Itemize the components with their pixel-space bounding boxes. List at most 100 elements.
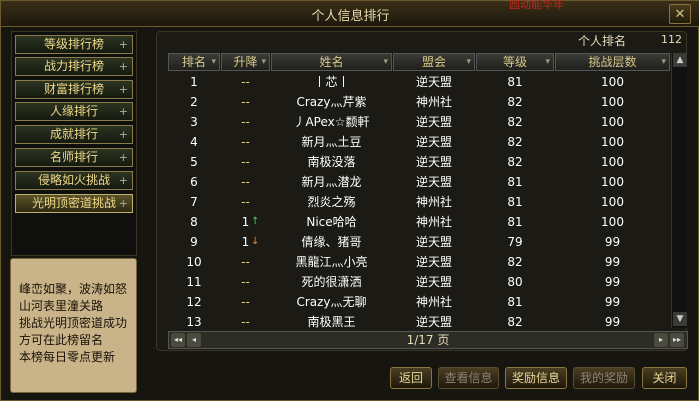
cell-name: 死的很潇洒: [301, 275, 362, 289]
nav-item-mentor[interactable]: 名师排行 +: [15, 148, 133, 167]
scroll-up-icon[interactable]: ▲: [673, 53, 687, 67]
cell-level: 81: [507, 215, 523, 229]
table-row[interactable]: 8 1 ↑ Nice哈哈 神州社 81 100: [168, 213, 670, 231]
my-reward-button[interactable]: 我的奖励: [573, 367, 635, 389]
cell-guild: 逆天盟: [415, 75, 452, 89]
window-frame: 个人信息排行 圆动能华年 ✕ 等级排行榜 + 战力排行榜 + 财富排行榜 + 人缘排行…: [0, 0, 699, 401]
cell-guild: 逆天盟: [415, 235, 452, 249]
cell-guild: 神州社: [415, 215, 452, 229]
cell-floors: 99: [604, 275, 621, 289]
cell-floors: 100: [601, 135, 624, 149]
cell-floors: 99: [604, 315, 621, 329]
scroll-down-icon[interactable]: ▼: [673, 312, 687, 326]
cell-level: 81: [507, 75, 523, 89]
col-floors[interactable]: 挑战层数 ▾: [555, 53, 670, 71]
cell-rank: 2: [190, 95, 198, 109]
col-guild[interactable]: 盟会 ▾: [393, 53, 475, 71]
my-rank-label: 个人排名: [578, 34, 627, 48]
nav-item-invasion[interactable]: 侵略如火挑战 +: [15, 171, 133, 190]
view-info-button[interactable]: 查看信息: [438, 367, 499, 389]
cell-level: 82: [507, 95, 523, 109]
window-title: 个人信息排行: [311, 9, 390, 24]
cell-floors: 100: [601, 115, 624, 129]
last-page-icon[interactable]: ▸▸: [670, 333, 684, 347]
cell-level: 81: [507, 195, 523, 209]
cell-guild: 逆天盟: [415, 175, 452, 189]
table-row[interactable]: 1 -- 丨芯丨 逆天盟 81 100: [168, 73, 670, 91]
col-change[interactable]: 升降 ▾: [221, 53, 270, 71]
cell-guild: 神州社: [415, 95, 452, 109]
cell-change: --: [241, 115, 250, 129]
col-level[interactable]: 等级 ▾: [476, 53, 554, 71]
plus-icon: +: [118, 105, 128, 118]
cell-change: --: [241, 175, 250, 189]
nav-item-achievement[interactable]: 成就排行 +: [15, 125, 133, 144]
cell-floors: 99: [604, 235, 621, 249]
cell-rank: 8: [190, 215, 198, 229]
plus-icon: +: [118, 174, 128, 187]
table-row[interactable]: 2 -- Crazy灬芹紫 神州社 82 100: [168, 93, 670, 111]
cell-change: --: [241, 195, 250, 209]
table-row[interactable]: 5 -- 南极没落 逆天盟 82 100: [168, 153, 670, 171]
table-row[interactable]: 12 -- Crazy灬无聊 神州社 81 99: [168, 293, 670, 311]
cell-level: 79: [507, 235, 523, 249]
nav-item-label: 成就排行: [49, 127, 98, 141]
cell-floors: 99: [604, 295, 621, 309]
cell-name: Nice哈哈: [306, 215, 357, 229]
cell-rank: 13: [186, 315, 202, 329]
close-icon[interactable]: ✕: [669, 4, 691, 24]
cell-guild: 逆天盟: [415, 115, 452, 129]
cell-guild: 逆天盟: [415, 275, 452, 289]
cell-rank: 12: [186, 295, 202, 309]
cell-name: 南极黑王: [307, 315, 356, 329]
reward-info-button[interactable]: 奖励信息: [505, 367, 567, 389]
plus-icon: +: [118, 128, 128, 141]
cell-level: 82: [507, 115, 523, 129]
cell-level: 82: [507, 135, 523, 149]
cell-name: 新月灬土豆: [301, 135, 362, 149]
col-name[interactable]: 姓名 ▾: [271, 53, 392, 71]
cell-change: --: [241, 75, 250, 89]
nav-item-level[interactable]: 等级排行榜 +: [15, 35, 133, 54]
cell-level: 81: [507, 175, 523, 189]
nav-item-popularity[interactable]: 人缘排行 +: [15, 102, 133, 121]
sort-arrow-icon: ▾: [545, 57, 550, 67]
table-row[interactable]: 9 1 ↓ 倩缘、猪哥 逆天盟 79 99: [168, 233, 670, 251]
sort-arrow-icon: ▾: [661, 57, 666, 67]
sort-arrow-icon: ▾: [261, 57, 266, 67]
cell-change: --: [241, 275, 250, 289]
cell-floors: 100: [601, 195, 624, 209]
back-button[interactable]: 返回: [390, 367, 432, 389]
nav-item-secret-path[interactable]: 光明顶密道挑战 +: [15, 194, 133, 213]
cell-change: --: [241, 95, 250, 109]
down-arrow-icon: ↓: [251, 236, 260, 247]
table-row[interactable]: 6 -- 新月灬潜龙 逆天盟 81 100: [168, 173, 670, 191]
cell-name: 丨芯丨: [313, 75, 350, 89]
cell-name: 丿APex☆颣軒: [293, 115, 370, 129]
cell-guild: 逆天盟: [415, 135, 452, 149]
pager: ◂◂ ◂ 1/17 页 ▸ ▸▸: [168, 331, 688, 349]
close-button[interactable]: 关闭: [642, 367, 687, 389]
cell-rank: 9: [190, 235, 198, 249]
table-row[interactable]: 10 -- 黑龍江灬小亮 逆天盟 82 99: [168, 253, 670, 271]
nav-item-power[interactable]: 战力排行榜 +: [15, 57, 133, 76]
table-row[interactable]: 11 -- 死的很潇洒 逆天盟 80 99: [168, 273, 670, 291]
table-row[interactable]: 7 -- 烈炎之殇 神州社 81 100: [168, 193, 670, 211]
cell-name: 南极没落: [307, 155, 356, 169]
vertical-scrollbar[interactable]: ▲ ▼: [671, 53, 687, 328]
sort-arrow-icon: ▾: [383, 57, 388, 67]
col-rank[interactable]: 排名 ▾: [168, 53, 220, 71]
plus-icon: +: [118, 38, 128, 51]
table-row[interactable]: 3 -- 丿APex☆颣軒 逆天盟 82 100: [168, 113, 670, 131]
info-scroll: 峰峦如聚，波涛如怒 山河表里潼关路 挑战光明顶密道成功 方可在此榜留名 本榜每日…: [10, 258, 137, 393]
cell-name: 烈炎之殇: [307, 195, 356, 209]
table-row[interactable]: 4 -- 新月灬土豆 逆天盟 82 100: [168, 133, 670, 151]
table-row[interactable]: 13 -- 南极黑王 逆天盟 82 99: [168, 313, 670, 331]
cell-rank: 10: [186, 255, 202, 269]
next-page-icon[interactable]: ▸: [654, 333, 668, 347]
sort-arrow-icon: ▾: [211, 57, 216, 67]
cell-floors: 100: [601, 215, 624, 229]
sort-arrow-icon: ▾: [466, 57, 471, 67]
page-indicator: 1/17 页: [406, 333, 450, 347]
nav-item-wealth[interactable]: 财富排行榜 +: [15, 80, 133, 99]
